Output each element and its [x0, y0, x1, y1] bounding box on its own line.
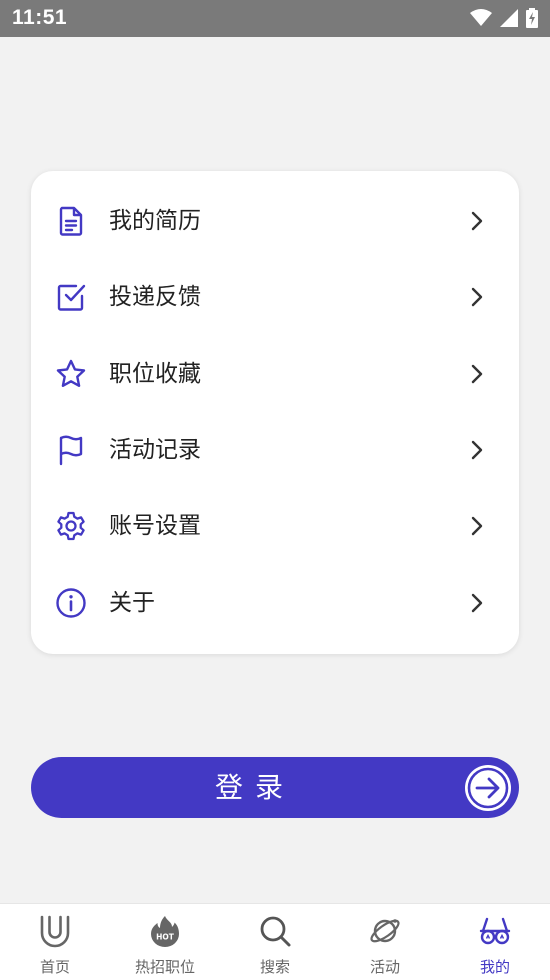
menu-item-label: 我的简历 — [109, 208, 201, 234]
tab-label: 首页 — [39, 958, 70, 976]
status-icons — [470, 8, 538, 28]
glasses-icon — [479, 917, 511, 945]
signal-icon — [500, 9, 518, 27]
menu-item-about[interactable]: 关于 — [31, 565, 519, 641]
search-icon — [260, 916, 291, 947]
chevron-right-icon — [471, 364, 483, 384]
menu-item-application-feedback[interactable]: 投递反馈 — [31, 259, 519, 335]
tab-home[interactable]: 首页 — [0, 904, 110, 980]
menu-item-label: 投递反馈 — [109, 284, 201, 310]
menu-card: 我的简历 投递反馈 职位收藏 活动记录 账号设置 关于 — [31, 171, 519, 654]
star-icon — [56, 359, 86, 387]
menu-item-label: 活动记录 — [109, 437, 201, 463]
gear-icon — [57, 511, 85, 541]
status-bar: 11:51 — [0, 0, 550, 37]
chevron-right-icon — [471, 593, 483, 613]
checkbox-icon — [57, 284, 86, 311]
tab-search[interactable]: 搜索 — [220, 904, 330, 980]
menu-item-label: 职位收藏 — [109, 361, 201, 387]
menu-item-label: 关于 — [109, 590, 155, 616]
hot-flame-icon: HOT — [151, 916, 179, 947]
status-time: 11:51 — [12, 6, 68, 29]
flag-icon — [59, 435, 83, 466]
tab-label: 搜索 — [259, 958, 290, 976]
chevron-right-icon — [471, 516, 483, 536]
battery-icon — [526, 8, 538, 28]
bottom-tab-bar: 首页 HOT 热招职位 搜索 活动 我的 — [0, 903, 550, 980]
menu-item-account-settings[interactable]: 账号设置 — [31, 488, 519, 564]
chevron-right-icon — [471, 211, 483, 231]
svg-text:HOT: HOT — [156, 933, 175, 942]
menu-item-activity-records[interactable]: 活动记录 — [31, 412, 519, 488]
tab-label: 热招职位 — [134, 958, 195, 976]
arrow-right-circle-icon — [465, 765, 511, 811]
chevron-right-icon — [471, 287, 483, 307]
menu-item-saved-jobs[interactable]: 职位收藏 — [31, 336, 519, 412]
menu-item-resume[interactable]: 我的简历 — [31, 183, 519, 259]
login-button-label: 登录 — [214, 771, 295, 804]
document-icon — [59, 206, 83, 236]
wifi-icon — [470, 9, 492, 26]
tab-mine[interactable]: 我的 — [440, 904, 550, 980]
tab-label: 活动 — [369, 958, 400, 976]
menu-item-label: 账号设置 — [109, 513, 201, 539]
u-logo-icon — [40, 915, 70, 948]
login-button[interactable]: 登录 — [31, 757, 519, 818]
chevron-right-icon — [471, 440, 483, 460]
tab-label: 我的 — [479, 958, 510, 976]
tab-hot-jobs[interactable]: HOT 热招职位 — [110, 904, 220, 980]
planet-icon — [370, 919, 400, 943]
info-icon — [56, 588, 86, 618]
tab-activities[interactable]: 活动 — [330, 904, 440, 980]
